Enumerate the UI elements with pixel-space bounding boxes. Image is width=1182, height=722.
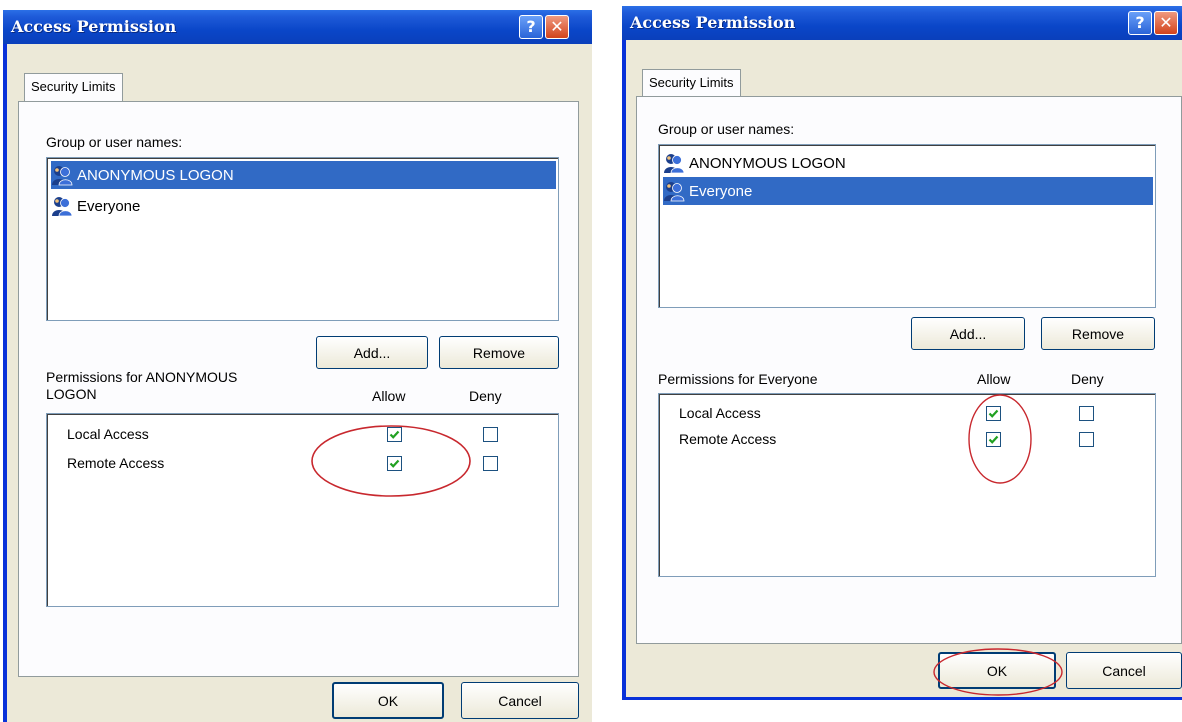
add-button[interactable]: Add... [911, 317, 1025, 350]
remove-button[interactable]: Remove [439, 336, 559, 369]
close-icon: ✕ [1159, 13, 1173, 32]
title-bar[interactable]: Access Permission ? ✕ [3, 10, 592, 44]
remote-access-deny-checkbox[interactable] [1079, 432, 1094, 447]
allow-column-header: Allow [977, 371, 1011, 387]
deny-column-header: Deny [1071, 371, 1104, 387]
user-name: Everyone [77, 197, 141, 215]
tab-label: Security Limits [649, 75, 734, 90]
permission-local-access: Local Access [67, 426, 149, 442]
user-group-icon [663, 152, 685, 174]
close-icon: ✕ [550, 17, 564, 36]
tab-security-limits[interactable]: Security Limits [24, 73, 123, 102]
permissions-label: Permissions for ANONYMOUS LOGON [46, 369, 238, 402]
user-list[interactable]: ANONYMOUS LOGON Everyone [46, 157, 559, 321]
user-name: Everyone [689, 182, 753, 200]
remote-access-deny-checkbox[interactable] [483, 456, 498, 471]
permissions-list: Local Access Remote Access [46, 413, 559, 607]
dialog-title: Access Permission [11, 17, 177, 36]
list-item-everyone[interactable]: Everyone [663, 177, 1153, 205]
access-permission-dialog-left: Access Permission ? ✕ Security Limits Gr… [3, 10, 592, 722]
group-or-user-names-label: Group or user names: [658, 121, 795, 137]
permission-remote-access: Remote Access [67, 455, 165, 471]
user-group-icon [51, 164, 73, 186]
group-or-user-names-label: Group or user names: [46, 134, 183, 150]
tab-panel: Group or user names: ANONYMOUS LOGON Eve… [18, 101, 579, 677]
help-icon: ? [526, 17, 536, 36]
list-item-everyone[interactable]: Everyone [51, 192, 556, 220]
window-border-bottom [622, 697, 1182, 700]
deny-column-header: Deny [469, 388, 502, 404]
checkmark-icon [389, 429, 400, 440]
checkmark-icon [389, 458, 400, 469]
permissions-list: Local Access Remote Access [658, 393, 1156, 577]
tab-security-limits[interactable]: Security Limits [642, 69, 741, 97]
local-access-allow-checkbox[interactable] [986, 406, 1001, 421]
close-button[interactable]: ✕ [1154, 11, 1178, 35]
user-group-icon [663, 180, 685, 202]
dialog-title: Access Permission [630, 13, 796, 32]
allow-column-header: Allow [372, 388, 406, 404]
local-access-allow-checkbox[interactable] [387, 427, 402, 442]
title-bar[interactable]: Access Permission ? ✕ [622, 6, 1182, 40]
cancel-button[interactable]: Cancel [461, 682, 579, 719]
list-item-anonymous-logon[interactable]: ANONYMOUS LOGON [51, 161, 556, 189]
ok-button[interactable]: OK [938, 652, 1056, 689]
tab-label: Security Limits [31, 79, 116, 94]
access-permission-dialog-right: Access Permission ? ✕ Security Limits Gr… [622, 6, 1182, 700]
ok-button[interactable]: OK [332, 682, 444, 719]
permissions-label: Permissions for Everyone [658, 371, 818, 387]
user-group-icon [51, 195, 73, 217]
help-button[interactable]: ? [519, 15, 543, 39]
checkmark-icon [988, 434, 999, 445]
user-list[interactable]: ANONYMOUS LOGON Everyone [658, 144, 1156, 308]
cancel-button[interactable]: Cancel [1066, 652, 1182, 689]
window-border [3, 10, 7, 722]
user-name: ANONYMOUS LOGON [689, 154, 846, 172]
tab-panel: Group or user names: ANONYMOUS LOGON Eve… [636, 96, 1182, 644]
permission-local-access: Local Access [679, 405, 761, 421]
user-name: ANONYMOUS LOGON [77, 166, 234, 184]
add-button[interactable]: Add... [316, 336, 428, 369]
remote-access-allow-checkbox[interactable] [986, 432, 1001, 447]
local-access-deny-checkbox[interactable] [483, 427, 498, 442]
local-access-deny-checkbox[interactable] [1079, 406, 1094, 421]
close-button[interactable]: ✕ [545, 15, 569, 39]
permission-remote-access: Remote Access [679, 431, 777, 447]
list-item-anonymous-logon[interactable]: ANONYMOUS LOGON [663, 149, 1153, 177]
help-icon: ? [1135, 13, 1145, 32]
remote-access-allow-checkbox[interactable] [387, 456, 402, 471]
remove-button[interactable]: Remove [1041, 317, 1155, 350]
window-border [622, 6, 626, 700]
help-button[interactable]: ? [1128, 11, 1152, 35]
checkmark-icon [988, 408, 999, 419]
